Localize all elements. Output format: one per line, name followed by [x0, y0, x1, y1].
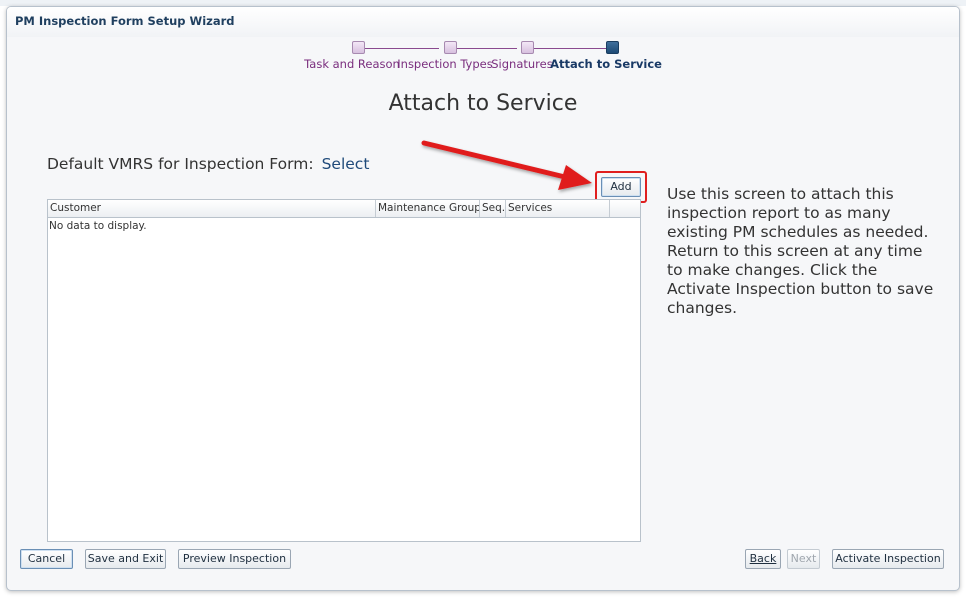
page-heading: Attach to Service [388, 91, 578, 116]
back-button[interactable]: Back [745, 549, 781, 569]
select-vmrs-link[interactable]: Select [322, 155, 370, 173]
step-attach-to-service: Attach to Service [550, 57, 662, 71]
help-text: Use this screen to attach this inspectio… [667, 185, 934, 317]
step-marker-signatures[interactable] [521, 41, 534, 54]
save-and-exit-button[interactable]: Save and Exit [85, 549, 166, 569]
step-marker-inspection-types[interactable] [444, 41, 457, 54]
table-header: Customer Maintenance Group Seq. Services [48, 200, 640, 218]
step-task-and-reason[interactable]: Task and Reason [304, 57, 400, 71]
default-vmrs-label: Default VMRS for Inspection Form: [47, 155, 314, 173]
step-signatures[interactable]: Signatures [491, 57, 552, 71]
column-actions [610, 200, 640, 217]
step-inspection-types[interactable]: Inspection Types [397, 57, 492, 71]
column-seq[interactable]: Seq. [480, 200, 506, 217]
activate-inspection-button[interactable]: Activate Inspection [832, 549, 944, 569]
empty-table-message: No data to display. [49, 220, 147, 232]
cancel-button[interactable]: Cancel [20, 549, 73, 569]
step-marker-task-and-reason[interactable] [352, 41, 365, 54]
next-button: Next [787, 549, 820, 569]
train-connector [457, 48, 517, 49]
dialog-title-bar: PM Inspection Form Setup Wizard [7, 7, 959, 37]
preview-inspection-button[interactable]: Preview Inspection [178, 549, 291, 569]
wizard-train: Task and Reason Inspection Types Signatu… [7, 41, 959, 81]
default-vmrs-row: Default VMRS for Inspection Form: Select [47, 155, 369, 173]
column-customer[interactable]: Customer [48, 200, 376, 217]
dialog-title: PM Inspection Form Setup Wizard [15, 14, 235, 28]
column-services[interactable]: Services [506, 200, 610, 217]
services-table: Customer Maintenance Group Seq. Services… [47, 199, 641, 542]
train-connector [365, 48, 439, 49]
train-connector [534, 48, 606, 49]
step-marker-attach-to-service [606, 41, 619, 54]
wizard-dialog: PM Inspection Form Setup Wizard Task and… [6, 6, 960, 591]
column-maintenance-group[interactable]: Maintenance Group [376, 200, 480, 217]
